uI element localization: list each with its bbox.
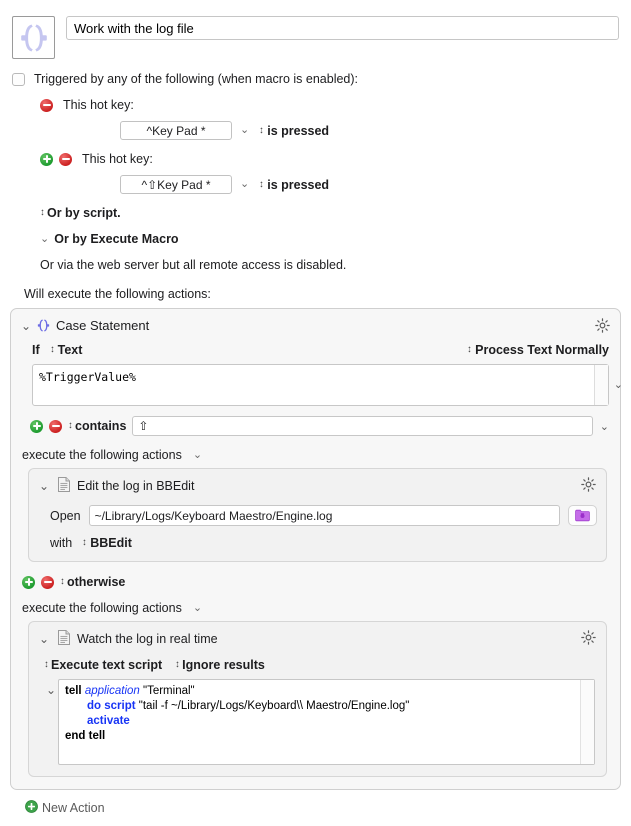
then-execute-row: execute the following actions ⌄ [22,448,611,462]
condition-value-input[interactable]: ⇧ [132,416,593,436]
condition-text-field[interactable]: %TriggerValue% [33,365,594,405]
updown-chevron-icon[interactable]: ↕ [83,538,87,548]
edit-log-action: ⌄ Edit the log in BBEdit Open ~/Library/… [28,468,607,562]
plus-circle-icon [25,800,38,816]
script-editor[interactable]: tell application "Terminal" do script "ta… [58,679,595,765]
curly-braces-icon [36,318,51,333]
add-trigger-button[interactable] [40,152,53,166]
condition-operator-row: ↕ contains ⇧ ⌄ [30,416,609,436]
open-file-row: Open ~/Library/Logs/Keyboard Maestro/Eng… [50,505,597,526]
remove-case-button[interactable] [41,575,54,589]
script-scrollbar[interactable] [580,680,594,764]
with-app-popup[interactable]: BBEdit [90,536,132,550]
trigger-label-1: This hot key: [63,98,134,112]
gear-icon[interactable] [580,629,597,646]
updown-chevron-icon[interactable]: ↕ [44,660,48,670]
open-path-input[interactable]: ~/Library/Logs/Keyboard Maestro/Engine.l… [88,505,560,526]
gear-icon[interactable] [594,317,611,334]
actions-header: Will execute the following actions: [24,287,211,301]
add-case-button[interactable] [22,575,35,589]
watch-log-action: ⌄ Watch the log in real time ↕ Execute t… [28,621,607,777]
then-execute-label: execute the following actions [22,448,182,462]
otherwise-label[interactable]: otherwise [67,575,125,589]
chevron-down-icon[interactable]: ⌄ [240,179,249,190]
trigger-hotkey-row-1: ^Key Pad * ⌄ ↕ is pressed [120,121,619,140]
chevron-down-icon[interactable]: ⌄ [614,378,623,391]
case-statement-title: Case Statement [56,318,150,333]
remove-trigger-button[interactable] [40,98,53,112]
if-label: If [32,343,40,357]
if-source-popup[interactable]: Text [58,343,83,357]
hotkey-field-2[interactable]: ^⇧Key Pad * [120,175,232,194]
hotkey-field-1[interactable]: ^Key Pad * [120,121,232,140]
trigger-enable-label: Triggered by any of the following (when … [34,72,359,86]
web-server-note: Or via the web server but all remote acc… [40,258,347,272]
updown-chevron-icon[interactable]: ↕ [50,345,54,355]
updown-chevron-icon[interactable]: ↕ [60,577,64,587]
condition-operator-popup[interactable]: contains [75,419,126,433]
hotkey-condition-2[interactable]: is pressed [267,178,329,192]
chevron-down-icon[interactable]: ⌄ [193,449,202,461]
choose-file-button[interactable] [568,505,597,526]
hotkey-condition-1[interactable]: is pressed [267,124,329,138]
new-action-button[interactable]: New Action [25,800,631,816]
with-label: with [50,536,73,550]
curly-braces-icon[interactable] [12,16,55,59]
chevron-down-icon[interactable]: ⌄ [600,420,609,433]
gear-icon[interactable] [580,476,597,493]
trigger-label-2: This hot key: [82,152,153,166]
disclosure-triangle-icon[interactable]: ⌄ [44,679,58,697]
new-action-label: New Action [42,801,105,815]
chevron-down-icon[interactable]: ⌄ [40,233,49,245]
remove-case-button[interactable] [49,419,62,433]
results-mode-popup[interactable]: Ignore results [182,658,265,672]
disclosure-triangle-icon[interactable]: ⌄ [20,320,32,332]
script-editor-wrap: ⌄ tell application "Terminal" do script "… [44,679,595,765]
or-by-script-row[interactable]: ↕ Or by script. [40,206,619,220]
trigger-enable-checkbox[interactable] [12,72,25,86]
updown-chevron-icon[interactable]: ↕ [467,345,471,355]
remove-trigger-button[interactable] [59,152,72,166]
script-kind-popup[interactable]: Execute text script [51,658,162,672]
script-document-icon [58,630,70,648]
updown-chevron-icon[interactable]: ↕ [68,421,72,431]
updown-chevron-icon[interactable]: ↕ [260,179,264,190]
script-document-icon [58,477,70,495]
updown-chevron-icon[interactable]: ↕ [40,208,44,218]
condition-text-field-wrap: %TriggerValue% ⌄ [32,364,623,406]
chevron-down-icon[interactable]: ⌄ [240,125,249,136]
or-by-script-label: Or by script. [47,206,121,220]
text-field-scrollbar[interactable] [594,365,608,405]
chevron-down-icon[interactable]: ⌄ [193,602,202,614]
updown-chevron-icon[interactable]: ↕ [175,660,179,670]
with-app-row: with ↕ BBEdit [50,536,597,550]
trigger-row-1: This hot key: [40,98,619,112]
disclosure-triangle-icon[interactable]: ⌄ [38,480,50,492]
trigger-row-2: This hot key: [40,152,619,166]
process-mode-popup[interactable]: Process Text Normally [475,343,609,357]
otherwise-execute-row: execute the following actions ⌄ [22,601,611,615]
trigger-enable-row: Triggered by any of the following (when … [12,72,619,86]
updown-chevron-icon[interactable]: ↕ [260,125,264,136]
otherwise-execute-label: execute the following actions [22,601,182,615]
script-source[interactable]: tell application "Terminal" do script "ta… [59,680,580,764]
edit-log-action-title: Edit the log in BBEdit [77,479,195,493]
macro-name-input[interactable]: Work with the log file [66,16,619,40]
case-statement-header: ⌄ Case Statement [20,318,611,333]
watch-log-action-title: Watch the log in real time [77,632,218,646]
script-options-row: ↕ Execute text script ↕ Ignore results [44,658,597,672]
trigger-hotkey-row-2: ^⇧Key Pad * ⌄ ↕ is pressed [120,175,619,194]
or-by-execute-macro-label: Or by Execute Macro [54,232,179,246]
trigger-section: Triggered by any of the following (when … [0,59,631,301]
edit-log-action-header: ⌄ Edit the log in BBEdit [38,477,597,495]
add-case-button[interactable] [30,419,43,433]
macro-header: Work with the log file [0,0,631,59]
case-statement-action: ⌄ Case Statement If ↕ Text ↕ Process Tex… [10,308,623,790]
watch-log-action-header: ⌄ Watch the log in real time [38,630,597,648]
or-by-execute-macro-row[interactable]: ⌄ Or by Execute Macro [40,232,619,246]
if-condition-row: If ↕ Text ↕ Process Text Normally [32,343,609,357]
otherwise-row: ↕ otherwise [22,575,611,589]
disclosure-triangle-icon[interactable]: ⌄ [38,633,50,645]
open-label: Open [50,508,81,523]
